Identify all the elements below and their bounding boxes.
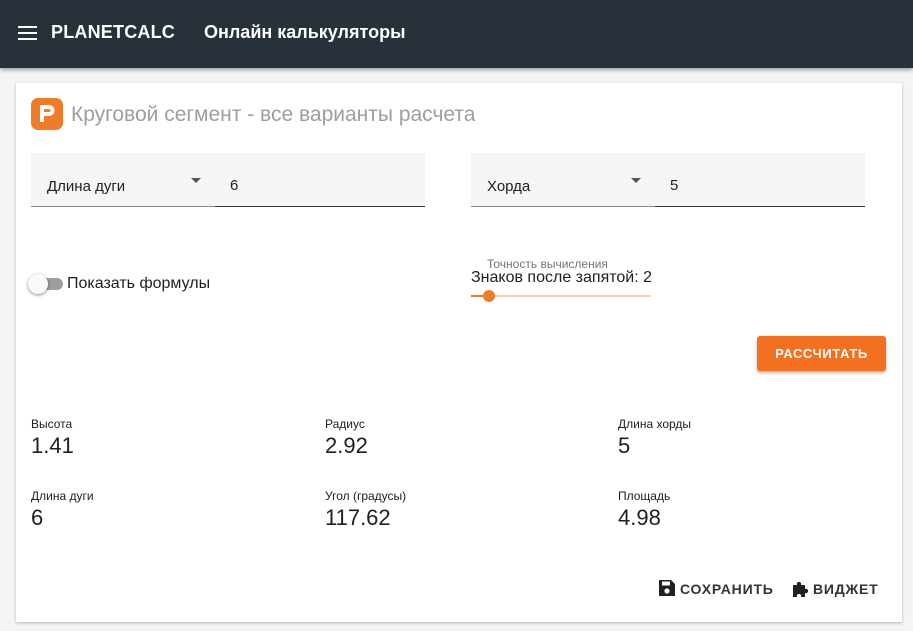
puzzle-piece-icon [793,581,809,597]
result-label: Площадь [618,489,671,503]
parameter-select-1[interactable]: Длина дуги [31,153,215,207]
result-label: Длина дуги [31,489,94,503]
precision-slider[interactable] [471,288,651,302]
result-label: Высота [31,417,73,431]
dropdown-caret-icon [191,178,201,183]
result-value: 117.62 [325,505,391,530]
calculator-card: Круговой сегмент - все варианты расчета … [16,83,902,622]
parameter-select-2-label: Хорда [487,178,531,195]
slider-rail [471,295,651,297]
parameter-select-2[interactable]: Хорда [471,153,655,207]
floppy-disk-icon [659,580,675,596]
result-label: Длина хорды [618,417,692,431]
result-value: 1.41 [31,433,74,458]
result-value: 5 [618,433,631,458]
result-label: Радиус [325,417,365,431]
widget-label: ВИДЖЕТ [813,581,879,597]
parameter-input-2[interactable] [670,177,820,194]
parameter-input-2-field [655,153,865,207]
dropdown-caret-icon [631,178,641,183]
parameter-input-1[interactable] [230,177,380,194]
precision-value-label: Знаков после запятой: 2 [471,269,652,286]
result-radius: Радиус 2.92 [325,417,368,459]
site-title[interactable]: Онлайн калькуляторы [204,22,405,43]
result-arc-length: Длина дуги 6 [31,489,94,531]
result-area: Площадь 4.98 [618,489,670,531]
show-formulas-label: Показать формулы [67,275,211,292]
calculate-button[interactable]: РАССЧИТАТЬ [757,336,886,371]
result-value: 6 [31,505,44,530]
toggle-thumb[interactable] [28,274,48,294]
result-chord-length: Длина хорды 5 [618,417,691,459]
planetcalc-logo-icon [31,98,63,130]
result-label: Угол (градусы) [325,489,407,503]
parameter-select-1-label: Длина дуги [47,178,126,195]
result-height: Высота 1.41 [31,417,74,459]
top-app-bar: PLANETCALC Онлайн калькуляторы [0,0,913,68]
calculator-title: Круговой сегмент - все варианты расчета [71,103,476,126]
brand-name[interactable]: PLANETCALC [51,22,175,43]
result-value: 2.92 [325,433,368,458]
result-angle-degrees: Угол (градусы) 117.62 [325,489,406,531]
result-value: 4.98 [618,505,661,530]
parameter-input-1-field [215,153,425,207]
show-formulas-toggle[interactable] [28,274,63,294]
save-label: СОХРАНИТЬ [680,581,774,597]
slider-thumb[interactable] [483,290,495,302]
menu-icon[interactable] [18,26,37,40]
